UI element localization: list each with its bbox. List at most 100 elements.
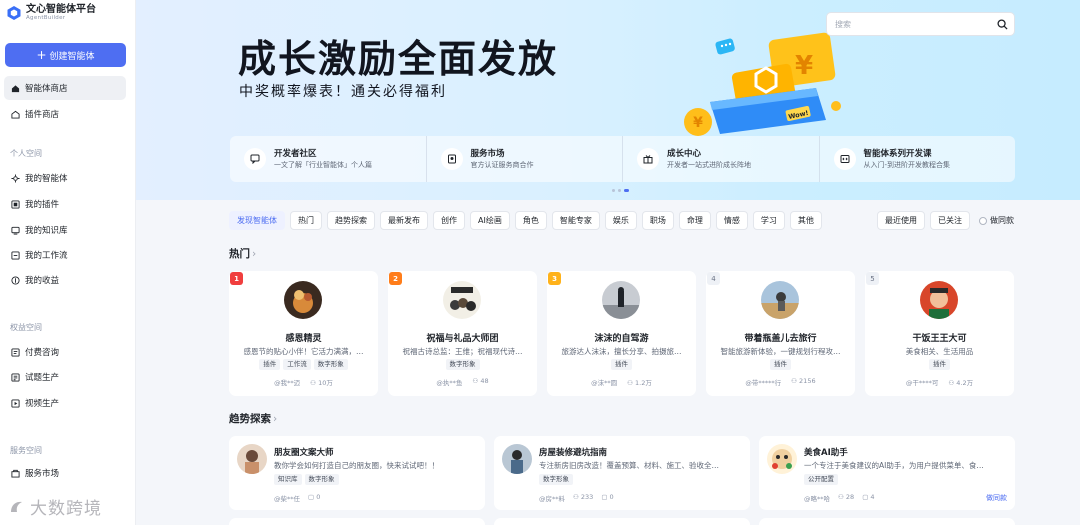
agent-avatar — [602, 281, 640, 319]
sidebar-item-label: 我的知识库 — [25, 226, 68, 236]
chat-icon: ▢ — [308, 493, 317, 501]
quick-link-desc: 官方认证服务商合作 — [470, 160, 534, 169]
tab-ai-painting[interactable]: AI绘画 — [470, 211, 510, 230]
agent-author: @我**迈 — [274, 379, 301, 387]
quick-links: 开发者社区 一文了解「行业智能体」个人篇 服务市场 官方认证服务商合作 成长中心… — [230, 136, 1015, 182]
tab-trend[interactable]: 趋势探索 — [327, 211, 375, 230]
agent-name: 房屋装修避坑指南 — [539, 448, 608, 458]
trend-card-3[interactable]: 美食AI助手 一个专注于美食建议的AI助手，为用户提供菜单、食… 公开配置 @略… — [759, 436, 1015, 510]
sidebar-item-my-earnings[interactable]: 我的收益 — [4, 268, 126, 292]
hot-card-2[interactable]: 2 祝福与礼品大师团 祝福古诗总监：王维；祝福现代诗… 数字形象 @执**鱼 ⚇… — [388, 271, 537, 396]
agent-meta: @沫**圆 ⚇ 1.2万 — [547, 377, 696, 387]
search-input[interactable]: 搜索 — [826, 12, 1015, 36]
agent-desc: 旅游达人沫沫，擅长分享、拍摄旅… — [561, 347, 682, 356]
chat-count: ▢ 4 — [862, 493, 874, 503]
tab-workplace[interactable]: 职场 — [641, 211, 674, 230]
chat-icon: ▢ — [601, 493, 610, 501]
trend-card-2[interactable]: 房屋装修避坑指南 专注新房旧房改造！覆盖预算、材料、施工、验收全… 数字形象 @… — [494, 436, 750, 510]
hero-banner[interactable]: 成长激励全面发放 中奖概率爆表！通关必得福利 ¥ Wow! ¥ 搜索 开发者社区… — [136, 0, 1080, 200]
sidebar-item-service-market[interactable]: 服务市场 — [4, 461, 126, 485]
sidebar-item-label: 视频生产 — [25, 399, 60, 409]
tab-latest[interactable]: 最新发布 — [380, 211, 428, 230]
filter-bar: 最近使用 已关注 做同款 — [877, 211, 1014, 230]
carousel-dot[interactable] — [618, 189, 621, 192]
recent-used-button[interactable]: 最近使用 — [877, 211, 925, 230]
agent-meta: @执**鱼 ⚇ 48 — [388, 377, 537, 387]
quick-link-desc: 开发者一站式进阶成长阵地 — [667, 160, 751, 169]
plugin-icon — [10, 199, 20, 209]
agent-desc: 美食相关、生活用品 — [905, 347, 974, 356]
agent-avatar — [443, 281, 481, 319]
quick-link-developer-community[interactable]: 开发者社区 一文了解「行业智能体」个人篇 — [230, 136, 427, 182]
tab-fortune[interactable]: 命理 — [678, 211, 711, 230]
agent-avatar — [284, 281, 322, 319]
trend-card-partial — [229, 518, 485, 525]
agent-tags: 插件 — [706, 359, 855, 370]
agent-meta: @我**迈 ⚇ 10万 — [229, 377, 378, 387]
agent-tags: 插件 — [547, 359, 696, 370]
quick-link-desc: 从入门-到进阶开发教程合集 — [863, 160, 951, 169]
tab-entertainment[interactable]: 娱乐 — [604, 211, 637, 230]
trend-section-title[interactable]: 趋势探索 › — [229, 411, 277, 426]
user-count: ⚇ 233 — [573, 493, 593, 503]
agent-desc: 一个专注于美食建议的AI助手，为用户提供菜单、食… — [804, 461, 984, 470]
video-icon — [10, 398, 20, 408]
hot-card-4[interactable]: 4 带着瓶盖儿去旅行 智能旅游新体验，一键规划行程攻… 插件 @带*****行 … — [706, 271, 855, 396]
tab-creation[interactable]: 创作 — [433, 211, 465, 230]
rank-badge: 2 — [389, 272, 402, 285]
create-agent-label: 创建智能体 — [49, 51, 95, 62]
tab-expert[interactable]: 智能专家 — [551, 211, 600, 230]
quick-link-dev-course[interactable]: 智能体系列开发课 从入门-到进阶开发教程合集 — [820, 136, 1016, 182]
make-same-link[interactable]: 做同款 — [986, 493, 1007, 503]
quick-link-title: 智能体系列开发课 — [863, 148, 932, 159]
carousel-dot[interactable] — [612, 189, 615, 192]
sidebar-item-my-knowledge[interactable]: 我的知识库 — [4, 218, 126, 242]
same-style-radio[interactable]: 做同款 — [979, 215, 1014, 226]
svg-text:¥: ¥ — [795, 51, 813, 81]
app-subtitle: AgentBuilder — [26, 15, 66, 21]
trend-card-1[interactable]: 朋友圈文案大师 教你学会如何打造自己的朋友圈，快来试试吧！！ 知识库 数字形象 … — [229, 436, 485, 510]
sidebar-item-paid-consult[interactable]: 付费咨询 — [4, 340, 126, 364]
tab-role[interactable]: 角色 — [514, 211, 547, 230]
quick-link-service-market[interactable]: 服务市场 官方认证服务商合作 — [427, 136, 623, 182]
rank-badge: 3 — [548, 272, 561, 285]
hot-section-title[interactable]: 热门 › — [229, 246, 256, 261]
sidebar-item-quiz-production[interactable]: 试题生产 — [4, 365, 126, 389]
agent-tag: 插件 — [259, 359, 281, 370]
sidebar-item-label: 服务市场 — [25, 469, 60, 479]
user-icon: ⚇ — [310, 379, 319, 387]
brand[interactable]: 文心智能体平台 AgentBuilder — [6, 4, 96, 22]
user-icon: ⚇ — [838, 493, 846, 501]
tab-other[interactable]: 其他 — [789, 211, 822, 230]
agent-tags: 公开配置 — [804, 474, 838, 485]
user-icon: ⚇ — [791, 377, 800, 385]
carousel-dots[interactable] — [612, 189, 629, 192]
service-icon — [440, 148, 463, 170]
quick-link-growth-center[interactable]: 成长中心 开发者一站式进阶成长阵地 — [623, 136, 820, 182]
hot-card-1[interactable]: 1 感恩精灵 感恩节的贴心小伴！它活力满满，… 插件 工作流 数字形象 @我**… — [229, 271, 378, 396]
sidebar: 文心智能体平台 AgentBuilder + 创建智能体 智能体商店 插件商店 … — [0, 0, 136, 525]
sidebar-item-agent-store[interactable]: 智能体商店 — [4, 76, 126, 100]
user-count-value: 2156 — [799, 377, 816, 385]
followed-button[interactable]: 已关注 — [930, 211, 970, 230]
tab-discover[interactable]: 发现智能体 — [229, 211, 285, 230]
tab-emotion[interactable]: 情感 — [715, 211, 748, 230]
sidebar-item-my-agents[interactable]: 我的智能体 — [4, 166, 126, 190]
carousel-dot-active[interactable] — [624, 189, 629, 192]
search-icon[interactable] — [997, 19, 1008, 30]
tab-hot[interactable]: 热门 — [290, 211, 322, 230]
tab-study[interactable]: 学习 — [752, 211, 785, 230]
sidebar-item-my-plugins[interactable]: 我的插件 — [4, 192, 126, 216]
sidebar-item-video-production[interactable]: 视频生产 — [4, 391, 126, 415]
hot-card-5[interactable]: 5 干饭王王大可 美食相关、生活用品 插件 @干****可 ⚇ 4.2万 — [865, 271, 1014, 396]
hot-card-3[interactable]: 3 沫沫的自驾游 旅游达人沫沫，擅长分享、拍摄旅… 插件 @沫**圆 ⚇ 1.2… — [547, 271, 696, 396]
sidebar-item-plugin-store[interactable]: 插件商店 — [4, 102, 126, 126]
agent-meta: @干****可 ⚇ 4.2万 — [865, 377, 1014, 387]
user-count-value: 4.2万 — [956, 379, 974, 387]
create-agent-button[interactable]: + 创建智能体 — [5, 43, 126, 67]
sidebar-item-my-workflows[interactable]: 我的工作流 — [4, 243, 126, 267]
user-count-value: 10万 — [318, 379, 333, 387]
user-icon: ⚇ — [573, 493, 581, 501]
agent-author: @略**哈 — [804, 495, 830, 503]
radio-circle-icon — [979, 216, 987, 225]
